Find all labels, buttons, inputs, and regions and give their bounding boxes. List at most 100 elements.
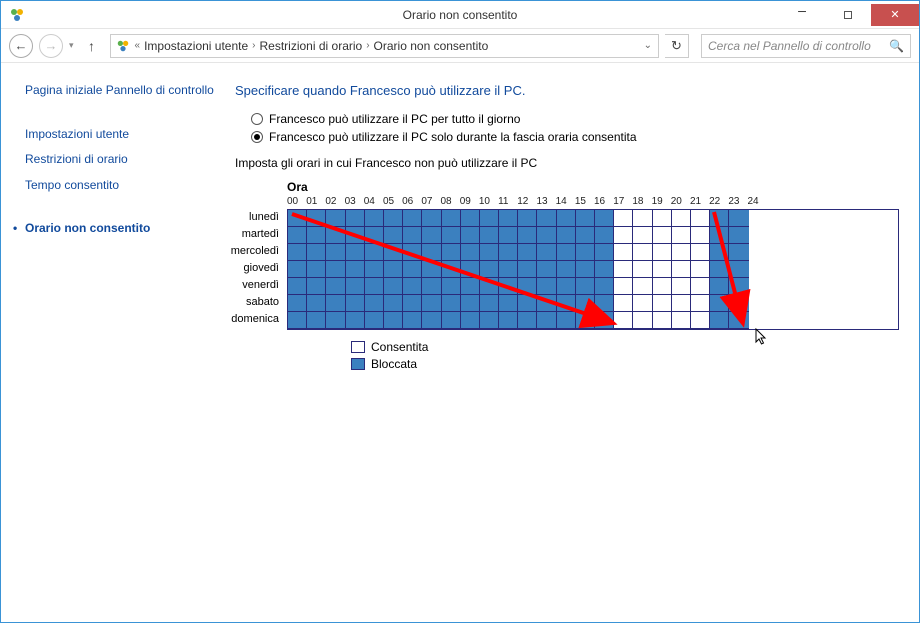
schedule-cell[interactable] <box>307 227 326 244</box>
schedule-cell[interactable] <box>461 210 480 227</box>
schedule-cell[interactable] <box>691 312 710 329</box>
sidebar-link-restrizioni[interactable]: Restrizioni di orario <box>25 152 215 168</box>
schedule-cell[interactable] <box>633 261 652 278</box>
schedule-cell[interactable] <box>691 244 710 261</box>
schedule-cell[interactable] <box>442 312 461 329</box>
schedule-cell[interactable] <box>499 227 518 244</box>
schedule-cell[interactable] <box>326 312 345 329</box>
schedule-cell[interactable] <box>365 295 384 312</box>
schedule-row[interactable] <box>288 227 898 244</box>
search-input[interactable]: Cerca nel Pannello di controllo 🔍 <box>701 34 911 58</box>
schedule-cell[interactable] <box>691 210 710 227</box>
breadcrumb[interactable]: « Impostazioni utente › Restrizioni di o… <box>110 34 659 58</box>
schedule-cell[interactable] <box>518 312 537 329</box>
schedule-cell[interactable] <box>480 227 499 244</box>
schedule-cell[interactable] <box>729 227 748 244</box>
schedule-cell[interactable] <box>384 210 403 227</box>
schedule-cell[interactable] <box>595 210 614 227</box>
schedule-cell[interactable] <box>614 278 633 295</box>
schedule-cell[interactable] <box>518 227 537 244</box>
schedule-cell[interactable] <box>326 261 345 278</box>
schedule-cell[interactable] <box>346 210 365 227</box>
schedule-cell[interactable] <box>557 261 576 278</box>
schedule-grid[interactable] <box>287 209 899 330</box>
schedule-cell[interactable] <box>384 312 403 329</box>
breadcrumb-dropdown-icon[interactable]: ⌄ <box>644 40 654 51</box>
schedule-row[interactable] <box>288 244 898 261</box>
search-icon[interactable]: 🔍 <box>889 39 904 53</box>
schedule-cell[interactable] <box>403 210 422 227</box>
schedule-cell[interactable] <box>672 261 691 278</box>
schedule-cell[interactable] <box>633 244 652 261</box>
schedule-cell[interactable] <box>422 278 441 295</box>
schedule-cell[interactable] <box>346 244 365 261</box>
schedule-cell[interactable] <box>537 295 556 312</box>
schedule-cell[interactable] <box>461 261 480 278</box>
schedule-cell[interactable] <box>461 278 480 295</box>
schedule-cell[interactable] <box>442 295 461 312</box>
breadcrumb-item[interactable]: Restrizioni di orario <box>260 39 363 53</box>
schedule-cell[interactable] <box>422 244 441 261</box>
schedule-cell[interactable] <box>653 312 672 329</box>
breadcrumb-item[interactable]: Impostazioni utente <box>144 39 248 53</box>
up-button[interactable]: ↑ <box>82 36 102 56</box>
schedule-cell[interactable] <box>499 312 518 329</box>
schedule-cell[interactable] <box>461 244 480 261</box>
schedule-row[interactable] <box>288 295 898 312</box>
schedule-cell[interactable] <box>672 210 691 227</box>
schedule-cell[interactable] <box>576 261 595 278</box>
schedule-cell[interactable] <box>365 278 384 295</box>
schedule-cell[interactable] <box>288 312 307 329</box>
schedule-cell[interactable] <box>537 278 556 295</box>
schedule-cell[interactable] <box>576 210 595 227</box>
schedule-cell[interactable] <box>442 244 461 261</box>
schedule-cell[interactable] <box>576 312 595 329</box>
schedule-cell[interactable] <box>576 295 595 312</box>
schedule-cell[interactable] <box>518 261 537 278</box>
sidebar-link-current[interactable]: Orario non consentito <box>25 221 215 237</box>
schedule-cell[interactable] <box>326 278 345 295</box>
schedule-cell[interactable] <box>729 244 748 261</box>
schedule-cell[interactable] <box>403 261 422 278</box>
schedule-cell[interactable] <box>576 278 595 295</box>
schedule-cell[interactable] <box>307 312 326 329</box>
schedule-cell[interactable] <box>710 244 729 261</box>
schedule-cell[interactable] <box>595 244 614 261</box>
schedule-cell[interactable] <box>710 227 729 244</box>
schedule-cell[interactable] <box>557 278 576 295</box>
schedule-cell[interactable] <box>653 210 672 227</box>
schedule-cell[interactable] <box>729 278 748 295</box>
schedule-cell[interactable] <box>653 295 672 312</box>
schedule-cell[interactable] <box>633 295 652 312</box>
schedule-cell[interactable] <box>557 295 576 312</box>
schedule-cell[interactable] <box>653 278 672 295</box>
sidebar-link-impostazioni[interactable]: Impostazioni utente <box>25 127 215 143</box>
schedule-cell[interactable] <box>672 227 691 244</box>
schedule-cell[interactable] <box>691 278 710 295</box>
maximize-button[interactable] <box>825 4 871 26</box>
schedule-cell[interactable] <box>346 295 365 312</box>
schedule-cell[interactable] <box>422 295 441 312</box>
schedule-row[interactable] <box>288 261 898 278</box>
schedule-cell[interactable] <box>557 210 576 227</box>
schedule-cell[interactable] <box>307 278 326 295</box>
schedule-cell[interactable] <box>595 278 614 295</box>
schedule-cell[interactable] <box>422 312 441 329</box>
schedule-cell[interactable] <box>614 261 633 278</box>
schedule-cell[interactable] <box>595 261 614 278</box>
schedule-cell[interactable] <box>633 312 652 329</box>
schedule-cell[interactable] <box>595 227 614 244</box>
schedule-cell[interactable] <box>537 261 556 278</box>
schedule-cell[interactable] <box>595 312 614 329</box>
schedule-cell[interactable] <box>480 295 499 312</box>
schedule-cell[interactable] <box>672 244 691 261</box>
schedule-cell[interactable] <box>346 261 365 278</box>
schedule-cell[interactable] <box>384 295 403 312</box>
schedule-cell[interactable] <box>729 312 748 329</box>
schedule-cell[interactable] <box>672 312 691 329</box>
schedule-cell[interactable] <box>499 244 518 261</box>
schedule-cell[interactable] <box>614 295 633 312</box>
schedule-cell[interactable] <box>288 227 307 244</box>
schedule-cell[interactable] <box>499 295 518 312</box>
sidebar-home-link[interactable]: Pagina iniziale Pannello di controllo <box>25 83 215 99</box>
